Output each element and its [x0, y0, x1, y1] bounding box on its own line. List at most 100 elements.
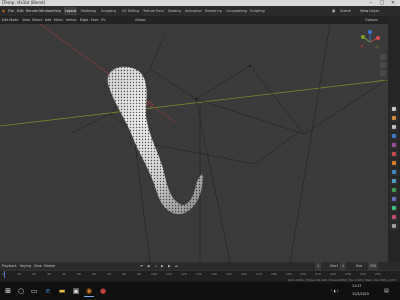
view-layer-properties-button[interactable]: [390, 133, 398, 140]
menu-add[interactable]: Add: [45, 16, 51, 24]
ruler-tick: 110: [166, 272, 172, 276]
ruler-tick: 40: [62, 272, 66, 276]
current-frame-field[interactable]: 1: [315, 262, 322, 270]
ruler-tick: 190: [286, 272, 292, 276]
object-properties-button[interactable]: [390, 160, 398, 167]
3d-viewport[interactable]: [0, 24, 388, 262]
menu-face[interactable]: Face: [91, 16, 98, 24]
tab-compositing[interactable]: Compositing: [225, 7, 248, 15]
tab-scripting[interactable]: Scripting: [249, 7, 266, 15]
x-axis-line: [0, 79, 388, 127]
tab-texture-paint[interactable]: Texture Paint: [142, 7, 165, 15]
menu-edge[interactable]: Edge: [80, 16, 88, 24]
material-properties-button[interactable]: [390, 214, 398, 221]
tab-layout[interactable]: Layout: [64, 7, 78, 15]
mode-selector[interactable]: Edit Mode: [2, 16, 18, 24]
tab-modeling[interactable]: Modeling: [80, 7, 97, 15]
y-axis-line: [39, 24, 176, 123]
blender-taskbar-icon[interactable]: ◉: [84, 286, 94, 297]
timeline-keying-menu[interactable]: Keying: [20, 262, 31, 270]
timeline-view-menu[interactable]: View: [34, 262, 42, 270]
texture-properties-button[interactable]: [390, 223, 398, 230]
scene-icon: ▣: [332, 9, 336, 13]
options-menu[interactable]: Options: [365, 16, 378, 24]
ruler-tick: 100: [151, 272, 157, 276]
particles-properties-button[interactable]: [390, 178, 398, 185]
menu-uv[interactable]: UV: [101, 16, 106, 24]
render-properties-button[interactable]: [390, 115, 398, 122]
ruler-tick: 200: [300, 272, 306, 276]
start-frame-label: Start: [330, 264, 339, 268]
file-explorer-icon[interactable]: ▬: [57, 286, 67, 296]
play-reverse-button[interactable]: ◁: [154, 262, 157, 270]
ruler-tick: 240: [360, 272, 366, 276]
menu-file[interactable]: File: [8, 6, 14, 16]
tab-uv-editing[interactable]: UV Editing: [121, 7, 140, 15]
next-keyframe-button[interactable]: ▶: [168, 262, 171, 270]
tab-rendering[interactable]: Rendering: [204, 7, 223, 15]
menu-mesh[interactable]: Mesh: [54, 16, 63, 24]
properties-toolbar: [388, 16, 400, 262]
jump-end-button[interactable]: ⏭: [175, 262, 178, 270]
viewport-canvas[interactable]: [0, 24, 388, 262]
prev-keyframe-button[interactable]: ◀: [147, 262, 150, 270]
windows-start-icon[interactable]: ⊞: [3, 286, 13, 296]
viewport-nav-buttons[interactable]: [380, 54, 386, 76]
transform-orientation-selector[interactable]: Global: [135, 16, 146, 24]
cage-lines: [69, 24, 388, 262]
ruler-tick: 50: [77, 272, 81, 276]
viewport-header: Edit Mode View Select Add Mesh Vertex Ed…: [0, 16, 388, 24]
ruler-tick: 130: [196, 272, 202, 276]
ruler-tick: 170: [256, 272, 262, 276]
ruler-tick: 80: [122, 272, 126, 276]
ruler-tick: 150: [226, 272, 232, 276]
scene-selector[interactable]: Scene: [340, 6, 351, 16]
menu-window[interactable]: Window: [39, 6, 53, 16]
notifications-icon[interactable]: ▤: [384, 282, 389, 300]
physics-properties-button[interactable]: [390, 187, 398, 194]
menu-vertex[interactable]: Vertex: [66, 16, 77, 24]
ruler-tick: 60: [92, 272, 96, 276]
ruler-tick: 20: [32, 272, 36, 276]
ruler-tick: 120: [181, 272, 187, 276]
menu-view[interactable]: View: [22, 16, 30, 24]
menu-select[interactable]: Select: [32, 16, 42, 24]
modifier-properties-button[interactable]: [390, 169, 398, 176]
data-properties-button[interactable]: [390, 205, 398, 212]
ruler-tick: 210: [315, 272, 321, 276]
search-icon[interactable]: ○: [16, 286, 26, 296]
ruler-tick: 230: [345, 272, 351, 276]
task-view-icon[interactable]: ▭: [29, 286, 39, 296]
menu-render[interactable]: Render: [26, 6, 38, 16]
ruler-tick: 140: [211, 272, 217, 276]
tab-shading[interactable]: Shading: [167, 7, 182, 15]
tool-properties-button[interactable]: [390, 106, 398, 113]
ruler-tick: 160: [241, 272, 247, 276]
menu-help[interactable]: Help: [53, 6, 61, 16]
edge-browser-icon[interactable]: e: [43, 286, 53, 296]
top-menu-bar: ◉ File Edit Render Window Help Layout Mo…: [0, 6, 400, 16]
clock-date[interactable]: 12/3/2019: [352, 290, 369, 299]
jump-start-button[interactable]: ⏮: [140, 262, 143, 270]
start-frame-field[interactable]: 1: [340, 262, 347, 270]
tab-sculpting[interactable]: Sculpting: [100, 7, 117, 15]
world-properties-button[interactable]: [390, 151, 398, 158]
end-frame-field[interactable]: 250: [368, 262, 379, 270]
tab-animation[interactable]: Animation: [184, 7, 203, 15]
tray-icons[interactable]: ⌃ ▮ ♪: [330, 282, 339, 300]
tentacle-mesh[interactable]: [107, 66, 204, 215]
scene-properties-button[interactable]: [390, 142, 398, 149]
ruler-tick: 220: [330, 272, 336, 276]
media-app-icon[interactable]: ●: [98, 286, 108, 296]
blender-logo-icon[interactable]: ◉: [2, 6, 5, 16]
timeline-marker-menu[interactable]: Marker: [44, 262, 55, 270]
output-properties-button[interactable]: [390, 124, 398, 131]
constraints-properties-button[interactable]: [390, 196, 398, 203]
navigation-gizmo[interactable]: [360, 30, 381, 49]
store-icon[interactable]: ▣: [71, 286, 81, 296]
play-button[interactable]: ▶: [161, 262, 164, 270]
ruler-tick: 250: [375, 272, 381, 276]
view-layer-selector[interactable]: View Layer: [360, 6, 379, 16]
menu-edit[interactable]: Edit: [17, 6, 24, 16]
timeline-playback-menu[interactable]: Playback: [2, 262, 17, 270]
